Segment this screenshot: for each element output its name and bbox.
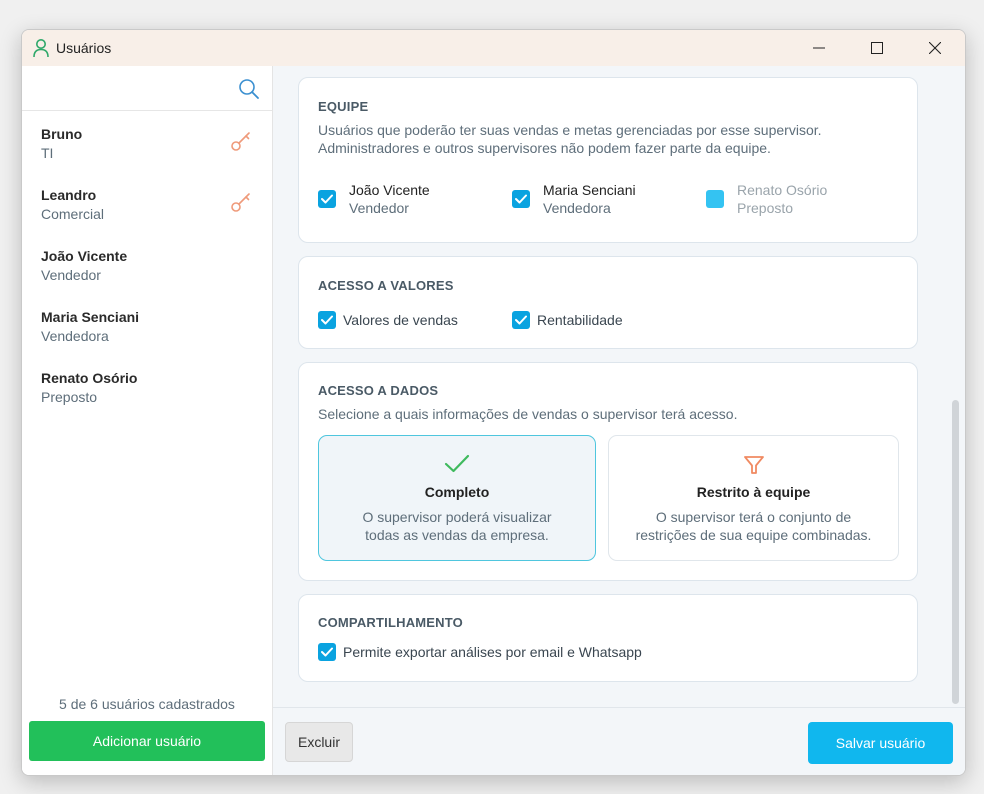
option-line: restrições de sua equipe combinadas.: [635, 527, 872, 543]
check-icon: [444, 454, 470, 479]
key-icon: [230, 130, 252, 157]
member-checkbox[interactable]: [512, 190, 530, 208]
option-title: Completo: [424, 484, 490, 500]
option-completo[interactable]: Completo O supervisor poderá visualizar …: [318, 435, 596, 561]
close-button[interactable]: [906, 30, 964, 66]
footer-bar: Excluir Salvar usuário: [273, 707, 965, 775]
user-name: João Vicente: [41, 248, 128, 264]
option-restrito[interactable]: Restrito à equipe O supervisor terá o co…: [608, 435, 899, 561]
user-role: Comercial: [41, 206, 105, 222]
valores-vendas-checkbox[interactable]: [318, 311, 336, 329]
member-role: Vendedora: [543, 200, 611, 216]
search-icon[interactable]: [238, 78, 260, 105]
save-user-button[interactable]: Salvar usuário: [808, 722, 953, 764]
member-role: Vendedor: [349, 200, 409, 216]
user-list-item[interactable]: Leandro Comercial: [22, 179, 272, 239]
member-checkbox-disabled: [706, 190, 724, 208]
users-window: Usuários Bruno TI Leandro Comercial João…: [21, 29, 966, 776]
checkbox-label: Valores de vendas: [343, 312, 458, 328]
user-list-item[interactable]: Maria Senciani Vendedora: [22, 301, 272, 361]
check-icon: [321, 194, 333, 204]
maximize-button[interactable]: [848, 30, 906, 66]
users-sidebar: Bruno TI Leandro Comercial João Vicente …: [22, 66, 273, 775]
user-role: TI: [41, 145, 54, 161]
member-name: Maria Senciani: [543, 182, 636, 198]
user-role: Vendedora: [41, 328, 109, 344]
search-bar[interactable]: [22, 66, 272, 111]
acesso-valores-card: ACESSO A VALORES Valores de vendas Renta…: [298, 256, 918, 349]
member-checkbox[interactable]: [318, 190, 336, 208]
funnel-icon: [743, 454, 765, 481]
check-icon: [321, 647, 333, 657]
minimize-icon: [813, 47, 825, 49]
user-list-item[interactable]: Bruno TI: [22, 118, 272, 178]
acesso-dados-description: Selecione a quais informações de vendas …: [318, 406, 738, 422]
equipe-title: EQUIPE: [318, 99, 369, 114]
option-line: todas as vendas da empresa.: [365, 527, 549, 543]
key-icon: [230, 191, 252, 218]
option-line: O supervisor terá o conjunto de: [655, 509, 852, 525]
equipe-card: EQUIPE Usuários que poderão ter suas ven…: [298, 77, 918, 243]
equipe-description: Usuários que poderão ter suas vendas e m…: [318, 122, 822, 156]
delete-button[interactable]: Excluir: [285, 722, 353, 762]
member-role: Preposto: [737, 200, 794, 216]
user-list-item[interactable]: João Vicente Vendedor: [22, 240, 272, 300]
check-icon: [515, 194, 527, 204]
compartilhamento-card: COMPARTILHAMENTO Permite exportar anális…: [298, 594, 918, 682]
user-list-item[interactable]: Renato Osório Preposto: [22, 362, 272, 422]
option-title: Restrito à equipe: [696, 484, 811, 500]
option-description: O supervisor terá o conjunto de restriçõ…: [609, 508, 898, 544]
checkbox-label: Rentabilidade: [537, 312, 623, 328]
minimize-button[interactable]: [790, 30, 848, 66]
acesso-valores-title: ACESSO A VALORES: [318, 278, 454, 293]
member-name: Renato Osório: [737, 182, 828, 198]
user-icon: [32, 38, 50, 58]
user-name: Bruno: [41, 126, 83, 142]
user-role: Preposto: [41, 389, 98, 405]
close-icon: [929, 42, 941, 54]
compartilhamento-title: COMPARTILHAMENTO: [318, 615, 463, 630]
user-role: Vendedor: [41, 267, 101, 283]
user-count: 5 de 6 usuários cadastrados: [59, 696, 235, 712]
main-panel: EQUIPE Usuários que poderão ter suas ven…: [273, 66, 965, 775]
check-icon: [515, 315, 527, 325]
export-checkbox[interactable]: [318, 643, 336, 661]
user-name: Maria Senciani: [41, 309, 140, 325]
check-icon: [321, 315, 333, 325]
add-user-button[interactable]: Adicionar usuário: [29, 721, 265, 761]
user-name: Leandro: [41, 187, 97, 203]
option-line: O supervisor poderá visualizar: [362, 509, 552, 525]
title-bar: Usuários: [22, 30, 965, 66]
acesso-dados-card: ACESSO A DADOS Selecione a quais informa…: [298, 362, 918, 581]
scrollbar[interactable]: [952, 400, 959, 704]
maximize-icon: [871, 42, 883, 54]
option-description: O supervisor poderá visualizar todas as …: [319, 508, 595, 544]
member-name: João Vicente: [349, 182, 430, 198]
checkbox-label: Permite exportar análises por email e Wh…: [343, 644, 642, 660]
rentabilidade-checkbox[interactable]: [512, 311, 530, 329]
user-name: Renato Osório: [41, 370, 138, 386]
window-title: Usuários: [56, 40, 112, 56]
acesso-dados-title: ACESSO A DADOS: [318, 383, 439, 398]
